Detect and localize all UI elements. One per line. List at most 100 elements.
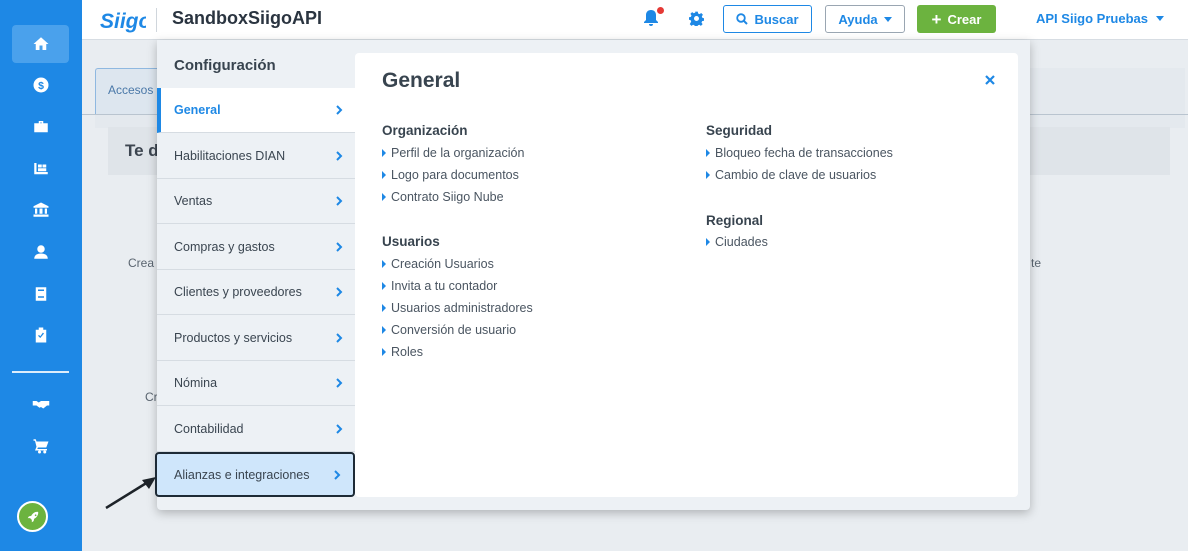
chevron-right-icon (336, 424, 343, 434)
rail-alliances-button[interactable] (12, 385, 69, 423)
settings-button[interactable] (689, 11, 704, 31)
rail-inventory-button[interactable] (12, 150, 69, 188)
config-menu-item-alianzas[interactable]: Alianzas e integraciones (155, 452, 355, 497)
rail-contacts-button[interactable] (12, 233, 69, 271)
close-icon[interactable] (983, 73, 997, 87)
background-text: Crea (128, 256, 155, 270)
search-icon (736, 13, 749, 25)
background-text: te (1031, 256, 1042, 270)
caret-down-icon (1155, 16, 1164, 21)
caret-right-icon (382, 193, 386, 201)
briefcase-icon (33, 121, 48, 133)
config-menu-item-habilitaciones[interactable]: Habilitaciones DIAN (157, 134, 355, 179)
plus-icon: + (931, 9, 942, 29)
rocket-button[interactable] (17, 501, 48, 532)
handshake-icon (32, 401, 49, 409)
svg-text:$: $ (38, 80, 44, 92)
warehouse-icon (33, 163, 48, 175)
left-rail: $ (0, 0, 82, 551)
link-invita-contador[interactable]: Invita a tu contador (382, 279, 497, 293)
rail-purchases-button[interactable] (12, 108, 69, 146)
notification-badge (657, 7, 664, 14)
chevron-right-icon (336, 333, 343, 343)
config-menu-item-contabilidad[interactable]: Contabilidad (157, 407, 355, 452)
user-menu[interactable]: API Siigo Pruebas (1036, 11, 1164, 26)
svg-text:Siigo: Siigo (100, 10, 146, 33)
link-creacion-usuarios[interactable]: Creación Usuarios (382, 257, 494, 271)
company-title: SandboxSiigoAPI (172, 8, 323, 28)
config-menu-item-general[interactable]: General (157, 88, 355, 133)
rail-store-button[interactable] (12, 427, 69, 465)
bank-icon (33, 202, 48, 217)
user-menu-label: API Siigo Pruebas (1036, 11, 1148, 26)
config-menu-item-ventas[interactable]: Ventas (157, 179, 355, 224)
content-title: General (382, 69, 461, 92)
dollar-icon: $ (33, 77, 48, 93)
section-title-usuarios: Usuarios (382, 234, 440, 249)
link-conversion-usuario[interactable]: Conversión de usuario (382, 323, 516, 337)
caret-right-icon (706, 149, 710, 157)
chevron-right-icon (336, 242, 343, 252)
caret-down-icon (883, 16, 892, 22)
caret-right-icon (382, 171, 386, 179)
rail-accounting-button[interactable] (12, 275, 69, 313)
section-title-seguridad: Seguridad (706, 123, 773, 138)
help-dropdown-label: Ayuda (838, 11, 878, 27)
chevron-right-icon (336, 105, 343, 115)
link-ciudades[interactable]: Ciudades (706, 235, 768, 249)
link-logo-documentos[interactable]: Logo para documentos (382, 168, 519, 182)
help-dropdown[interactable]: Ayuda (825, 5, 905, 33)
caret-right-icon (382, 260, 386, 268)
link-perfil-organizacion[interactable]: Perfil de la organización (382, 146, 524, 160)
search-button[interactable]: Buscar (723, 5, 812, 33)
top-bar: Siigo SandboxSiigoAPI Buscar Ayuda + Cre… (82, 0, 1188, 40)
rocket-icon (27, 511, 38, 522)
rail-divider (12, 371, 69, 373)
bell-icon (644, 10, 658, 26)
rail-reports-button[interactable] (12, 316, 69, 354)
caret-right-icon (706, 171, 710, 179)
create-button-label: Crear (947, 11, 982, 27)
book-icon (35, 287, 46, 301)
link-roles[interactable]: Roles (382, 345, 423, 359)
link-contrato-siigo-nube[interactable]: Contrato Siigo Nube (382, 190, 504, 204)
pointer-arrow-icon (105, 477, 156, 510)
search-button-label: Buscar (754, 11, 799, 27)
cart-icon (33, 439, 48, 454)
background-tab-accesos[interactable]: Accesos (95, 68, 165, 114)
logo-divider (156, 8, 157, 32)
caret-right-icon (382, 282, 386, 290)
caret-right-icon (706, 238, 710, 246)
chevron-right-icon (336, 151, 343, 161)
siigo-logo[interactable]: Siigo (98, 5, 146, 35)
config-menu-item-compras[interactable]: Compras y gastos (157, 225, 355, 270)
configuration-modal: Configuración General Habilitaciones DIA… (155, 40, 1030, 510)
section-title-organizacion: Organización (382, 123, 468, 138)
chevron-right-icon (336, 378, 343, 388)
config-menu-item-nomina[interactable]: Nómina (157, 361, 355, 406)
config-menu-item-clientes[interactable]: Clientes y proveedores (157, 270, 355, 315)
config-menu-item-productos[interactable]: Productos y servicios (157, 316, 355, 361)
rail-banks-button[interactable] (12, 191, 69, 229)
section-title-regional: Regional (706, 213, 764, 228)
chevron-right-icon (336, 196, 343, 206)
home-icon (33, 37, 48, 50)
create-button[interactable]: + Crear (917, 5, 996, 33)
config-menu-title: Configuración (174, 57, 276, 74)
caret-right-icon (382, 348, 386, 356)
gear-icon (689, 11, 704, 28)
rail-sales-button[interactable]: $ (12, 66, 69, 104)
link-cambio-clave[interactable]: Cambio de clave de usuarios (706, 168, 876, 182)
notifications-button[interactable] (644, 10, 658, 31)
clipboard-check-icon (35, 327, 46, 343)
config-content-panel: General Organización Perfil de la organi… (355, 53, 1018, 497)
link-usuarios-administradores[interactable]: Usuarios administradores (382, 301, 533, 315)
chevron-right-icon (334, 469, 341, 480)
rail-home-button[interactable] (12, 25, 69, 63)
background-text: Cr (145, 390, 158, 404)
user-icon (33, 245, 48, 259)
caret-right-icon (382, 304, 386, 312)
link-bloqueo-fecha[interactable]: Bloqueo fecha de transacciones (706, 146, 893, 160)
background-section-title: Te d (125, 141, 159, 160)
caret-right-icon (382, 149, 386, 157)
